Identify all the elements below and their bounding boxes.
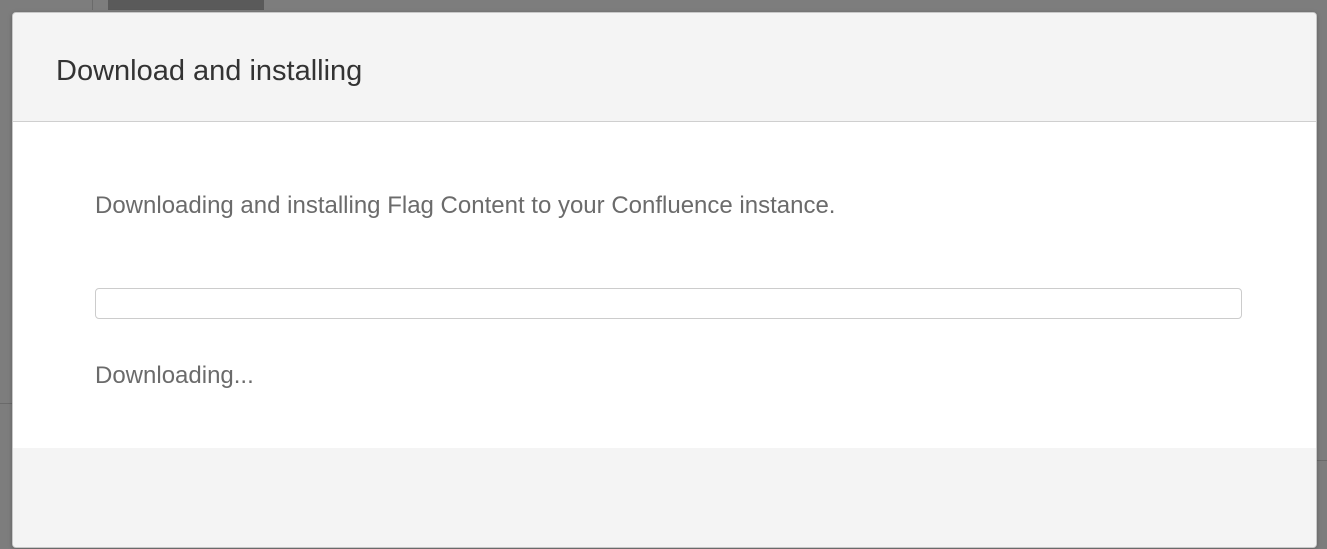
dialog-title: Download and installing xyxy=(56,54,363,87)
progress-bar xyxy=(95,288,1242,319)
status-text: Downloading... xyxy=(95,362,254,389)
dialog-body: Downloading and installing Flag Content … xyxy=(13,122,1316,450)
dialog-footer xyxy=(13,448,1316,547)
install-message: Downloading and installing Flag Content … xyxy=(95,192,836,219)
install-dialog: Download and installing Downloading and … xyxy=(12,12,1317,548)
dialog-header: Download and installing xyxy=(13,13,1316,122)
background-divider xyxy=(0,403,12,404)
background-divider xyxy=(92,0,93,10)
background-tab xyxy=(108,0,264,10)
